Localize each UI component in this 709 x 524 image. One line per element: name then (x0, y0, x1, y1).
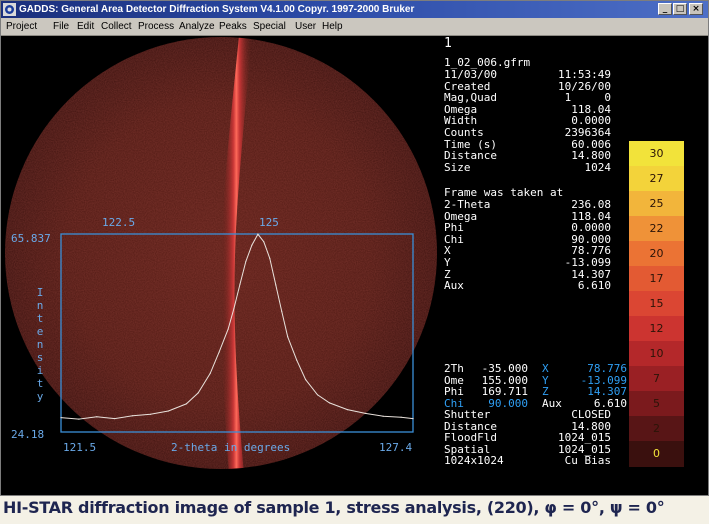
intensity-point (245, 260, 247, 262)
menu-file[interactable]: File (53, 20, 69, 33)
intensity-point (400, 416, 402, 418)
intensity-point (296, 359, 298, 361)
intensity-point (78, 418, 80, 420)
color-scale-label: 10 (649, 346, 664, 360)
intensity-point (227, 328, 229, 330)
color-scale-label: 0 (653, 446, 660, 460)
intensity-point (197, 392, 199, 394)
info-row: Size 1024 (444, 160, 612, 174)
color-scale-label: 30 (649, 146, 664, 160)
minimize-button[interactable]: _ (658, 3, 672, 15)
color-scale-label: 7 (653, 371, 660, 385)
menu-special[interactable]: Special (253, 20, 286, 33)
intensity-point (167, 410, 169, 412)
position-value: 6.610 (577, 279, 611, 293)
setup-label: 1024x1024 (444, 454, 504, 468)
color-scale-label: 20 (649, 246, 664, 260)
intensity-point (328, 402, 331, 404)
gadds-window: GADDS: General Area Detector Diffraction… (0, 0, 709, 496)
y-min-label: 24.18 (11, 428, 45, 441)
color-scale-legend: 30 27 25 22 20 17 15 12 10 7 5 2 0 (629, 141, 684, 467)
setup-value: Cu Bias (564, 454, 611, 468)
close-button[interactable]: × (689, 3, 703, 15)
figure-caption: HI-STAR diffraction image of sample 1, s… (3, 498, 665, 517)
intensity-point (96, 416, 98, 418)
diffraction-frame (1, 36, 439, 474)
info-value: 1024 (584, 160, 612, 174)
info-row: Aux 6.610 (444, 280, 611, 292)
position-label: Aux (444, 279, 464, 293)
menu-user[interactable]: User (295, 20, 316, 33)
intensity-point (316, 394, 319, 396)
maximize-button[interactable]: □ (673, 3, 687, 15)
x-axis-label: 2-theta in degrees (171, 441, 291, 454)
title-bar: GADDS: General Area Detector Diffraction… (1, 1, 708, 18)
intensity-point (60, 417, 62, 419)
menu-peaks[interactable]: Peaks (219, 20, 247, 33)
color-scale-label: 25 (649, 196, 664, 210)
menu-bar: Project File Edit Collect Process Analyz… (1, 18, 708, 36)
menu-process[interactable]: Process (138, 20, 174, 33)
intensity-point (364, 412, 366, 414)
intensity-point (275, 284, 277, 286)
window-title: GADDS: General Area Detector Diffraction… (19, 4, 415, 15)
intensity-point (269, 257, 271, 259)
intensity-point (382, 415, 384, 417)
menu-edit[interactable]: Edit (77, 20, 94, 33)
menu-help[interactable]: Help (322, 20, 343, 33)
x-min-label: 121.5 (63, 441, 97, 454)
intensity-point (346, 409, 348, 411)
intensity-point (149, 413, 152, 415)
intensity-point (287, 336, 289, 338)
intensity-point (281, 310, 283, 312)
color-scale-label: 5 (653, 396, 660, 410)
intensity-point (218, 351, 220, 353)
color-scale-label: 2 (653, 421, 660, 435)
intensity-point (132, 415, 134, 417)
intensity-point (209, 372, 211, 374)
color-scale-label: 12 (649, 321, 664, 335)
color-scale-label: 15 (649, 296, 664, 310)
intensity-point (251, 244, 253, 246)
status-bar (1, 474, 708, 495)
intensity-point (185, 403, 187, 405)
cursor-axis-label: Aux (542, 396, 562, 410)
y-axis-label: Intensity (36, 286, 44, 403)
intensity-point (114, 418, 116, 420)
menu-project[interactable]: Project (6, 20, 37, 33)
detector-image-view[interactable]: 65.837 24.18 122.5 125 121.5 127.4 2-the… (1, 36, 439, 474)
top-tick-label: 122.5 (102, 216, 136, 229)
top-tick-label: 125 (259, 216, 279, 229)
intensity-point (233, 307, 235, 309)
menu-collect[interactable]: Collect (101, 20, 132, 33)
intensity-point (239, 283, 241, 285)
color-scale-label: 22 (649, 221, 664, 235)
intensity-point (257, 233, 259, 235)
info-label: Size (444, 160, 471, 174)
color-scale-label: 17 (649, 271, 664, 285)
app-icon (3, 3, 16, 16)
intensity-point (263, 241, 265, 243)
menu-analyze[interactable]: Analyze (179, 20, 215, 33)
y-max-label: 65.837 (11, 232, 51, 245)
info-row: 1024x1024 Cu Bias (444, 455, 611, 467)
x-max-label: 127.4 (379, 441, 413, 454)
frame-number: 1 (444, 36, 452, 51)
intensity-point (305, 379, 307, 381)
intensity-point (412, 418, 414, 420)
color-scale-label: 27 (649, 171, 664, 185)
